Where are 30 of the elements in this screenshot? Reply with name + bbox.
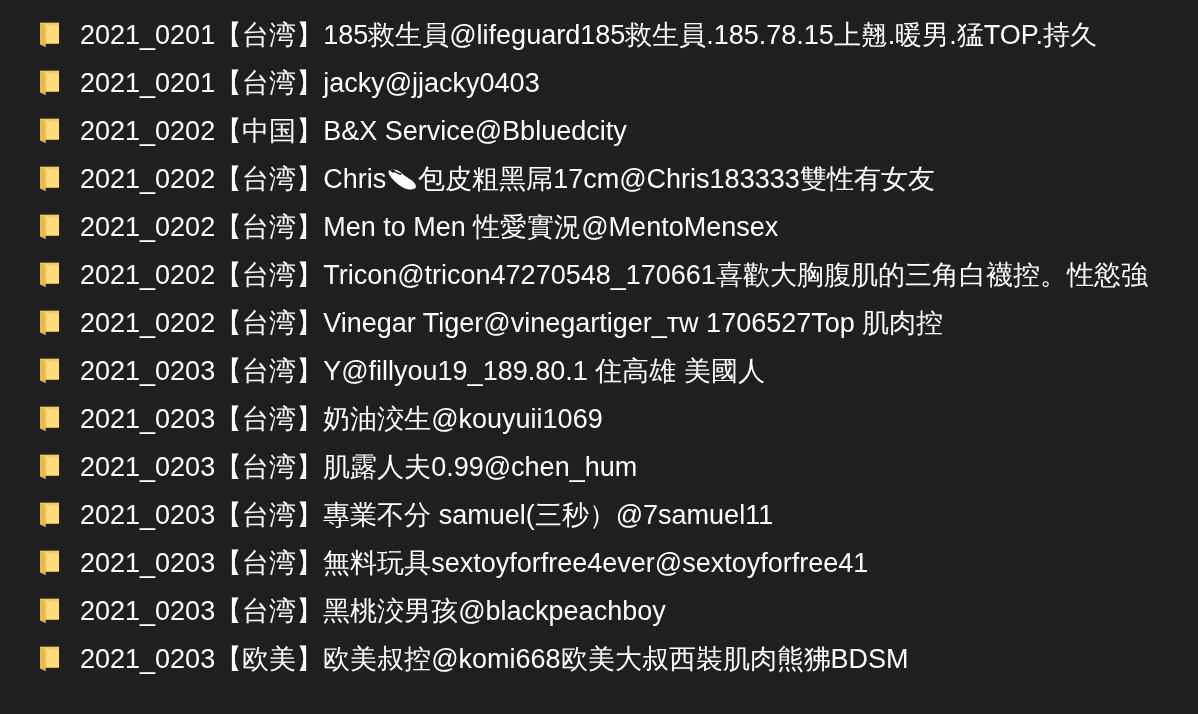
folder-icon: [40, 502, 59, 528]
folder-name[interactable]: 2021_0202【台湾】Tricon@tricon47270548_170661喜歡大胸腹肌的三角白襪控。性慾強: [80, 259, 1148, 291]
folder-icon: [40, 22, 59, 48]
folder-icon: [40, 646, 59, 672]
folder-name[interactable]: 2021_0203【台湾】肌露人夫0.99@chen_hum: [80, 451, 638, 483]
folder-name[interactable]: 2021_0203【台湾】無料玩具sextoyforfree4ever@sextoyforfree41: [80, 547, 869, 579]
folder-name[interactable]: 2021_0202【台湾】Chris: [80, 163, 387, 195]
folder-name[interactable]: 2021_0202【台湾】Vinegar Tiger@vinegartiger_ᴛᴡ 1706527Top 肌肉控: [80, 307, 944, 339]
folder-icon: [40, 166, 59, 192]
folder-icon: [40, 550, 59, 576]
folder-name[interactable]: 包皮粗黑屌17cm@Chris183333雙性有女友: [418, 163, 935, 195]
eggplant-icon: [388, 168, 417, 190]
folder-name[interactable]: 2021_0203【台湾】專業不分 samuel(三秒）@7samuel11: [80, 499, 774, 531]
folder-icon: [40, 214, 59, 240]
folder-icon: [40, 598, 59, 624]
folder-name[interactable]: 2021_0202【中国】B&X Service@Bbluedcity: [80, 115, 627, 147]
folder-name[interactable]: 2021_0203【欧美】欧美叔控@komi668欧美大叔西裝肌肉熊狒BDSM: [80, 643, 909, 675]
folder-name[interactable]: 2021_0202【台湾】Men to Men 性愛實況@MentoMensex: [80, 211, 779, 243]
folder-icon: [40, 310, 59, 336]
folder-icon: [40, 406, 59, 432]
folder-name[interactable]: 2021_0201【台湾】185救生員@lifeguard185救生員.185.78.15上翹.暖男.猛TOP.持久: [80, 19, 1097, 51]
folder-name[interactable]: 2021_0201【台湾】jacky@jjacky0403: [80, 67, 540, 99]
folder-name[interactable]: 2021_0203【台湾】奶油洨生@kouyuii1069: [80, 403, 603, 435]
folder-icon: [40, 454, 59, 480]
folder-icon: [40, 262, 59, 288]
folder-icon: [40, 70, 59, 96]
folder-name[interactable]: 2021_0203【台湾】黑桃洨男孩@blackpeachboy: [80, 595, 666, 627]
folder-icon: [40, 118, 59, 144]
folder-icon: [40, 358, 59, 384]
folder-name[interactable]: 2021_0203【台湾】Y@fillyou19_189.80.1 住高雄 美國人: [80, 355, 765, 387]
